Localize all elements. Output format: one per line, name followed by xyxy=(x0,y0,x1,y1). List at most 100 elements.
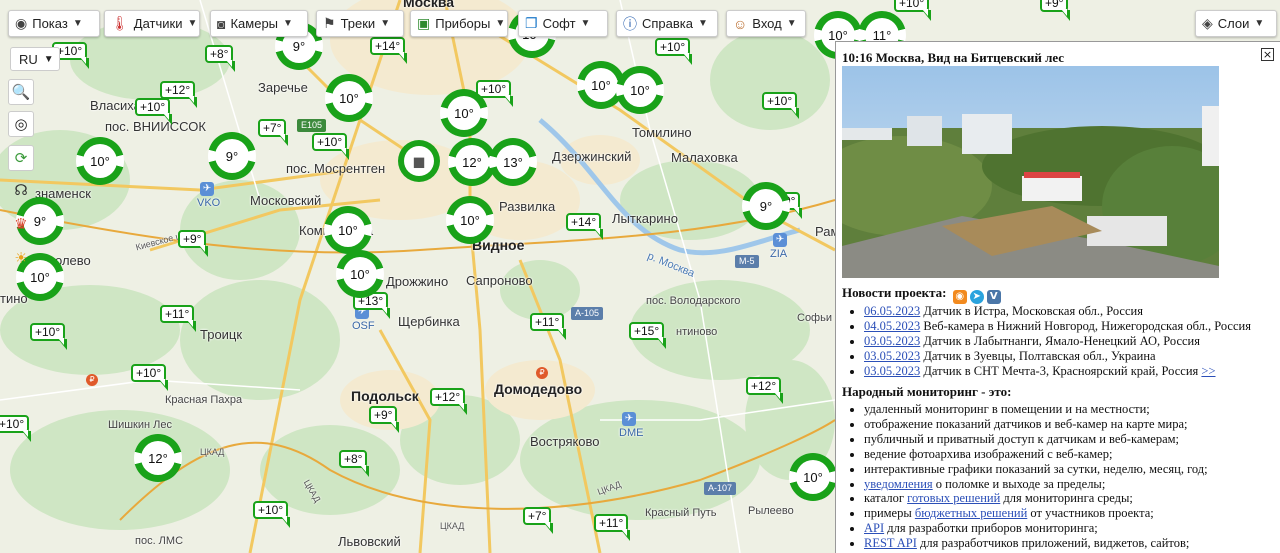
sensor-marker[interactable]: +11° xyxy=(594,514,631,541)
language-select[interactable]: RU ▼ xyxy=(10,47,60,71)
api-link[interactable]: API xyxy=(864,521,884,535)
camera-marker[interactable]: 10° xyxy=(616,66,664,114)
camera-marker[interactable]: 12° xyxy=(134,434,182,482)
place-label: Власиха xyxy=(90,98,141,113)
sensor-marker[interactable]: +15° xyxy=(629,322,667,349)
news-item: 04.05.2023 Веб-камера в Нижний Новгород,… xyxy=(864,319,1251,334)
sensor-marker[interactable]: +11° xyxy=(160,305,197,332)
vk-icon[interactable]: V xyxy=(986,290,1001,304)
place-label: Московский xyxy=(250,193,322,208)
sensor-marker[interactable]: +8° xyxy=(339,450,371,477)
cameras-menu-button[interactable]: ◙ Камеры ▼ xyxy=(210,10,308,37)
place-label: Востряково xyxy=(530,434,600,449)
place-label: Сапроново xyxy=(466,273,533,288)
sensor-marker[interactable]: +10° xyxy=(135,98,173,125)
airport-code: DME xyxy=(619,427,644,439)
sensor-marker[interactable]: +10° xyxy=(253,501,291,528)
about-text: отображение показаний датчиков и веб-кам… xyxy=(864,416,1188,431)
vip-button[interactable]: ♛ xyxy=(8,211,34,237)
ready-solutions-link[interactable]: готовых решений xyxy=(907,491,1000,505)
webcam-image[interactable] xyxy=(842,66,1219,278)
sensor-marker[interactable]: +11° xyxy=(530,313,567,340)
camera-marker[interactable]: 10° xyxy=(446,196,494,244)
news-item: 03.05.2023 Датчик в СНТ Мечта-3, Красноя… xyxy=(864,364,1251,379)
airport-code: ZIA xyxy=(770,248,788,260)
camera-marker[interactable]: 9° xyxy=(742,182,790,230)
rss-icon[interactable]: ◉ xyxy=(952,290,967,304)
place-label: пос. ВНИИССОК xyxy=(105,119,206,134)
camera-marker[interactable]: 10° xyxy=(76,137,124,185)
devices-menu-button[interactable]: ▣ Приборы ▼ xyxy=(410,10,508,37)
camera-marker[interactable]: 10° xyxy=(336,250,384,298)
sensor-marker[interactable]: +10° xyxy=(0,415,32,442)
rest-api-link[interactable]: REST API xyxy=(864,536,917,550)
sensor-marker[interactable]: +14° xyxy=(566,213,604,240)
sensors-menu-button[interactable]: 🌡 Датчики ▼ xyxy=(104,10,200,37)
locate-button[interactable]: ◎ xyxy=(8,111,34,137)
camera-temp: 10° xyxy=(584,68,618,102)
camera-marker[interactable]: 10° xyxy=(324,206,372,254)
notifications-link[interactable]: уведомления xyxy=(864,477,933,491)
show-menu-button[interactable]: ◉ Показ ▼ xyxy=(8,10,100,37)
news-date-link[interactable]: 03.05.2023 xyxy=(864,364,920,378)
software-menu-button[interactable]: ❐ Софт ▼ xyxy=(518,10,608,37)
sensor-marker[interactable]: +12° xyxy=(160,81,198,108)
place-label: пос. Мосрентген xyxy=(286,161,386,176)
sensor-marker[interactable]: +8° xyxy=(205,45,237,72)
news-date-link[interactable]: 04.05.2023 xyxy=(864,319,920,333)
sensor-marker[interactable]: +10° xyxy=(894,0,932,21)
login-menu-label: Вход xyxy=(752,16,782,31)
sensor-marker[interactable]: +10° xyxy=(312,133,350,160)
sensor-marker[interactable]: +7° xyxy=(523,507,555,534)
sensor-marker[interactable]: +14° xyxy=(370,37,408,64)
weather-button[interactable]: ☀ xyxy=(8,245,34,271)
camera-marker[interactable]: 13° xyxy=(489,138,537,186)
sensor-marker[interactable]: +10° xyxy=(131,364,169,391)
sensor-marker[interactable]: +9° xyxy=(1040,0,1072,21)
sensor-marker[interactable]: +10° xyxy=(30,323,68,350)
flag-icon: ⚑ xyxy=(323,15,336,31)
sensor-marker[interactable]: +9° xyxy=(178,230,210,257)
camera-marker[interactable]: 10° xyxy=(325,74,373,122)
airport-code: OSF xyxy=(352,320,375,332)
about-text: для мониторинга среды; xyxy=(1000,491,1133,506)
sensor-marker[interactable]: +12° xyxy=(430,388,468,415)
camera-temp: 10° xyxy=(331,213,365,247)
telegram-icon[interactable]: ➤ xyxy=(969,290,984,304)
close-button[interactable]: × xyxy=(1261,48,1274,61)
camera-marker[interactable]: 10° xyxy=(440,89,488,137)
eye-icon: ◉ xyxy=(15,15,28,31)
sensor-marker[interactable]: +10° xyxy=(762,92,800,119)
camera-marker[interactable]: 9° xyxy=(208,132,256,180)
place-label: Томилино xyxy=(632,125,692,140)
news-date-link[interactable]: 03.05.2023 xyxy=(864,349,920,363)
close-icon: × xyxy=(1262,48,1273,61)
sensor-marker[interactable]: +9° xyxy=(369,406,401,433)
refresh-button[interactable]: ⟳ xyxy=(8,145,34,171)
camera-marker[interactable]: 10° xyxy=(789,453,837,501)
sensor-marker[interactable]: +10° xyxy=(476,80,514,107)
sensor-marker[interactable]: +7° xyxy=(258,119,290,146)
help-menu-button[interactable]: ⓘ Справка ▼ xyxy=(616,10,718,37)
camera-temp: 10° xyxy=(343,257,377,291)
more-news-link[interactable]: >> xyxy=(1201,364,1215,378)
place-label: Софьи xyxy=(797,312,832,324)
chevron-down-icon: ▼ xyxy=(187,18,198,29)
sensor-marker[interactable]: +12° xyxy=(746,377,784,404)
sensor-marker[interactable]: +10° xyxy=(655,38,693,65)
airport-icon: ✈ xyxy=(622,412,636,426)
about-item: интерактивные графики показаний за сутки… xyxy=(864,462,1208,477)
weather-icon: ☀ xyxy=(14,249,28,267)
news-date-link[interactable]: 03.05.2023 xyxy=(864,334,920,348)
show-menu-label: Показ xyxy=(32,16,68,31)
login-menu-button[interactable]: ☺ Вход ▼ xyxy=(726,10,806,37)
about-text: ведение фотоархива изображений с веб-кам… xyxy=(864,446,1113,461)
news-text: Датчик в Истра, Московская обл., Россия xyxy=(923,304,1143,318)
budget-solutions-link[interactable]: бюджетных решений xyxy=(915,506,1027,520)
search-button[interactable]: 🔍 xyxy=(8,79,34,105)
support-button[interactable]: ☊ xyxy=(8,177,34,203)
layers-menu-button[interactable]: ◈ Слои ▼ xyxy=(1195,10,1277,37)
selected-camera-marker[interactable]: ◼ xyxy=(398,140,440,182)
news-date-link[interactable]: 06.05.2023 xyxy=(864,304,920,318)
tracks-menu-button[interactable]: ⚑ Треки ▼ xyxy=(316,10,404,37)
